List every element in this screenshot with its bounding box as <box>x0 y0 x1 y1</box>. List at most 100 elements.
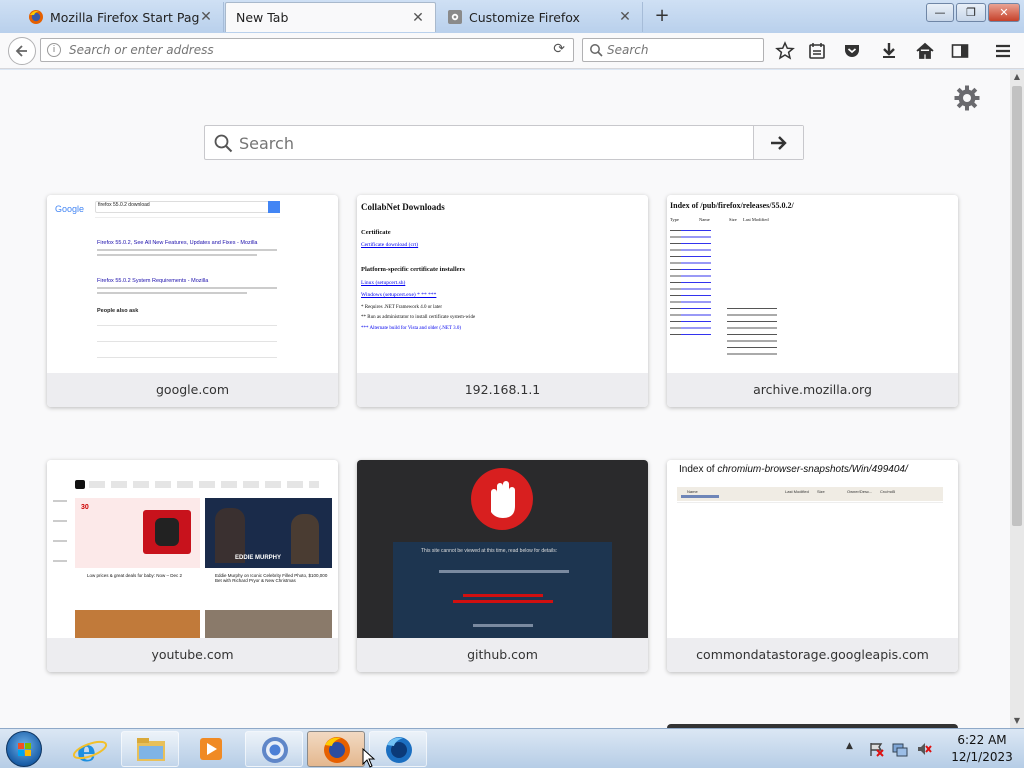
search-go-button[interactable] <box>753 126 803 159</box>
video-caption: Eddie Murphy on Iconic Celebrity Filled … <box>215 573 328 583</box>
column-header: Owner/Desc... <box>847 489 873 494</box>
pocket-icon[interactable] <box>842 41 862 61</box>
archive-name-column <box>681 227 711 337</box>
top-site-tile-router[interactable]: CollabNet Downloads Certificate Certific… <box>357 195 648 407</box>
tile-thumbnail: Index of /pub/firefox/releases/55.0.2/ T… <box>667 195 958 373</box>
youtube-sidebar <box>53 488 67 578</box>
newtab-search-input[interactable] <box>239 132 739 154</box>
scrollbar-thumb[interactable] <box>1012 86 1022 526</box>
column-header: Size <box>817 489 825 494</box>
firefox-developer-icon <box>386 737 412 763</box>
tile-thumbnail: CollabNet Downloads Certificate Certific… <box>357 195 648 373</box>
system-tray: ▲ 6:22 AM 12/1/2023 <box>842 729 1024 768</box>
google-query: firefox 55.0.2 download <box>98 202 150 208</box>
download-icon[interactable] <box>879 41 899 61</box>
newtab-search-box[interactable] <box>204 125 804 160</box>
top-site-tile-github[interactable]: This site cannot be viewed at this time,… <box>357 460 648 672</box>
taskbar-firefox[interactable] <box>307 731 365 767</box>
scroll-down-arrow-icon[interactable]: ▼ <box>1010 714 1024 728</box>
result-snippet <box>97 254 257 256</box>
archive-col-name: Name <box>699 217 710 222</box>
new-tab-page: Google firefox 55.0.2 download Firefox 5… <box>0 70 1010 728</box>
reload-icon[interactable]: ⟳ <box>553 41 565 57</box>
clock-date[interactable]: 12/1/2023 <box>947 750 1017 764</box>
show-hidden-icons-icon[interactable]: ▲ <box>846 741 853 751</box>
reader-list-icon[interactable] <box>807 41 827 61</box>
mouse-cursor-icon <box>362 748 376 768</box>
tab-label: New Tab <box>236 10 289 25</box>
volume-muted-icon[interactable] <box>916 741 932 757</box>
tile-thumbnail: Index of chromium-browser-snapshots/Win/… <box>667 460 958 638</box>
tab-mozilla-firefox-start-page[interactable]: Mozilla Firefox Start Page ✕ <box>18 2 224 32</box>
tab-strip: Mozilla Firefox Start Page ✕ New Tab ✕ C… <box>0 0 1024 33</box>
tab-customize-firefox[interactable]: Customize Firefox ✕ <box>437 2 643 32</box>
promo-card: 30 <box>75 498 200 568</box>
back-arrow-icon <box>15 45 27 57</box>
menu-icon[interactable] <box>993 41 1013 61</box>
index-path: chromium-browser-snapshots/Win/499404/ <box>717 464 908 475</box>
bookmark-star-icon[interactable] <box>775 41 795 61</box>
message-line <box>439 570 569 573</box>
chip <box>75 480 85 489</box>
collabnet-note: ** Run as administrator to install certi… <box>361 315 476 320</box>
tile-label: 192.168.1.1 <box>357 373 648 407</box>
search-bar[interactable] <box>582 38 764 62</box>
top-site-tile-google[interactable]: Google firefox 55.0.2 download Firefox 5… <box>47 195 338 407</box>
tile-thumbnail: This site cannot be viewed at this time,… <box>357 460 648 638</box>
divider <box>677 502 943 503</box>
taskbar-internet-explorer[interactable]: e <box>60 731 118 768</box>
search-icon <box>214 134 233 153</box>
faq-row <box>97 325 277 326</box>
maximize-button[interactable]: ❐ <box>956 3 986 22</box>
sidebar-icon[interactable] <box>950 41 970 61</box>
clock-time[interactable]: 6:22 AM <box>947 733 1017 747</box>
address-input[interactable] <box>69 41 539 59</box>
new-tab-button[interactable]: + <box>650 5 674 27</box>
tab-close-icon[interactable]: ✕ <box>411 10 425 26</box>
scroll-up-arrow-icon[interactable]: ▲ <box>1010 70 1024 84</box>
minimize-button[interactable]: — <box>926 3 954 22</box>
top-site-tile-archive-mozilla[interactable]: Index of /pub/firefox/releases/55.0.2/ T… <box>667 195 958 407</box>
collabnet-link: Windows (setupcert.exe) * ** *** <box>361 292 437 298</box>
collabnet-section: Platform-specific certificate installers <box>361 266 465 273</box>
taskbar-media-player[interactable] <box>183 731 241 767</box>
tab-label: Customize Firefox <box>469 9 580 25</box>
search-input[interactable] <box>607 41 757 59</box>
vertical-scrollbar[interactable]: ▲ ▼ <box>1010 70 1024 728</box>
message-line <box>473 624 533 627</box>
settings-gear-icon[interactable] <box>953 84 981 112</box>
people-also-ask: People also ask <box>97 308 139 314</box>
top-site-tile-commondatastorage[interactable]: Index of chromium-browser-snapshots/Win/… <box>667 460 958 672</box>
tab-close-icon[interactable]: ✕ <box>618 9 632 25</box>
home-icon[interactable] <box>915 41 935 61</box>
network-icon[interactable] <box>892 741 908 757</box>
start-button[interactable] <box>6 731 42 767</box>
column-header: Name <box>687 489 698 494</box>
video-thumbnail: EDDIE MURPHY <box>205 498 332 568</box>
navigation-toolbar: i ⟳ <box>0 33 1024 69</box>
taskbar-chrome[interactable] <box>245 731 303 767</box>
close-window-button[interactable]: ✕ <box>988 3 1020 22</box>
action-center-flag-icon[interactable] <box>868 741 884 757</box>
url-bar[interactable]: i ⟳ <box>40 38 574 62</box>
warning-line <box>463 594 543 597</box>
tab-new-tab[interactable]: New Tab ✕ <box>225 2 436 32</box>
promo-caption: Low prices & great deals for baby: Now –… <box>87 573 183 578</box>
block-message-panel: This site cannot be viewed at this time,… <box>393 542 612 638</box>
info-icon[interactable]: i <box>47 43 61 57</box>
tile-label: github.com <box>357 638 648 672</box>
back-button[interactable] <box>8 37 36 65</box>
taskbar-firefox-developer[interactable] <box>369 731 427 767</box>
collabnet-link: Linux (setupcert.sh) <box>361 280 406 286</box>
top-site-tile-youtube[interactable]: 30 EDDIE MURPHY Low prices & great deals… <box>47 460 338 672</box>
blocked-hand-icon <box>471 468 533 530</box>
taskbar-file-explorer[interactable] <box>121 731 179 767</box>
tab-label: Mozilla Firefox Start Page <box>50 9 199 25</box>
collabnet-link: Certificate download (crt) <box>361 242 419 248</box>
collabnet-title: CollabNet Downloads <box>361 202 445 212</box>
windows-logo-icon <box>18 743 31 756</box>
promo-product-image <box>143 510 191 554</box>
internet-explorer-icon: e <box>72 734 108 768</box>
result-snippet <box>97 287 277 289</box>
tab-close-icon[interactable]: ✕ <box>199 9 213 25</box>
